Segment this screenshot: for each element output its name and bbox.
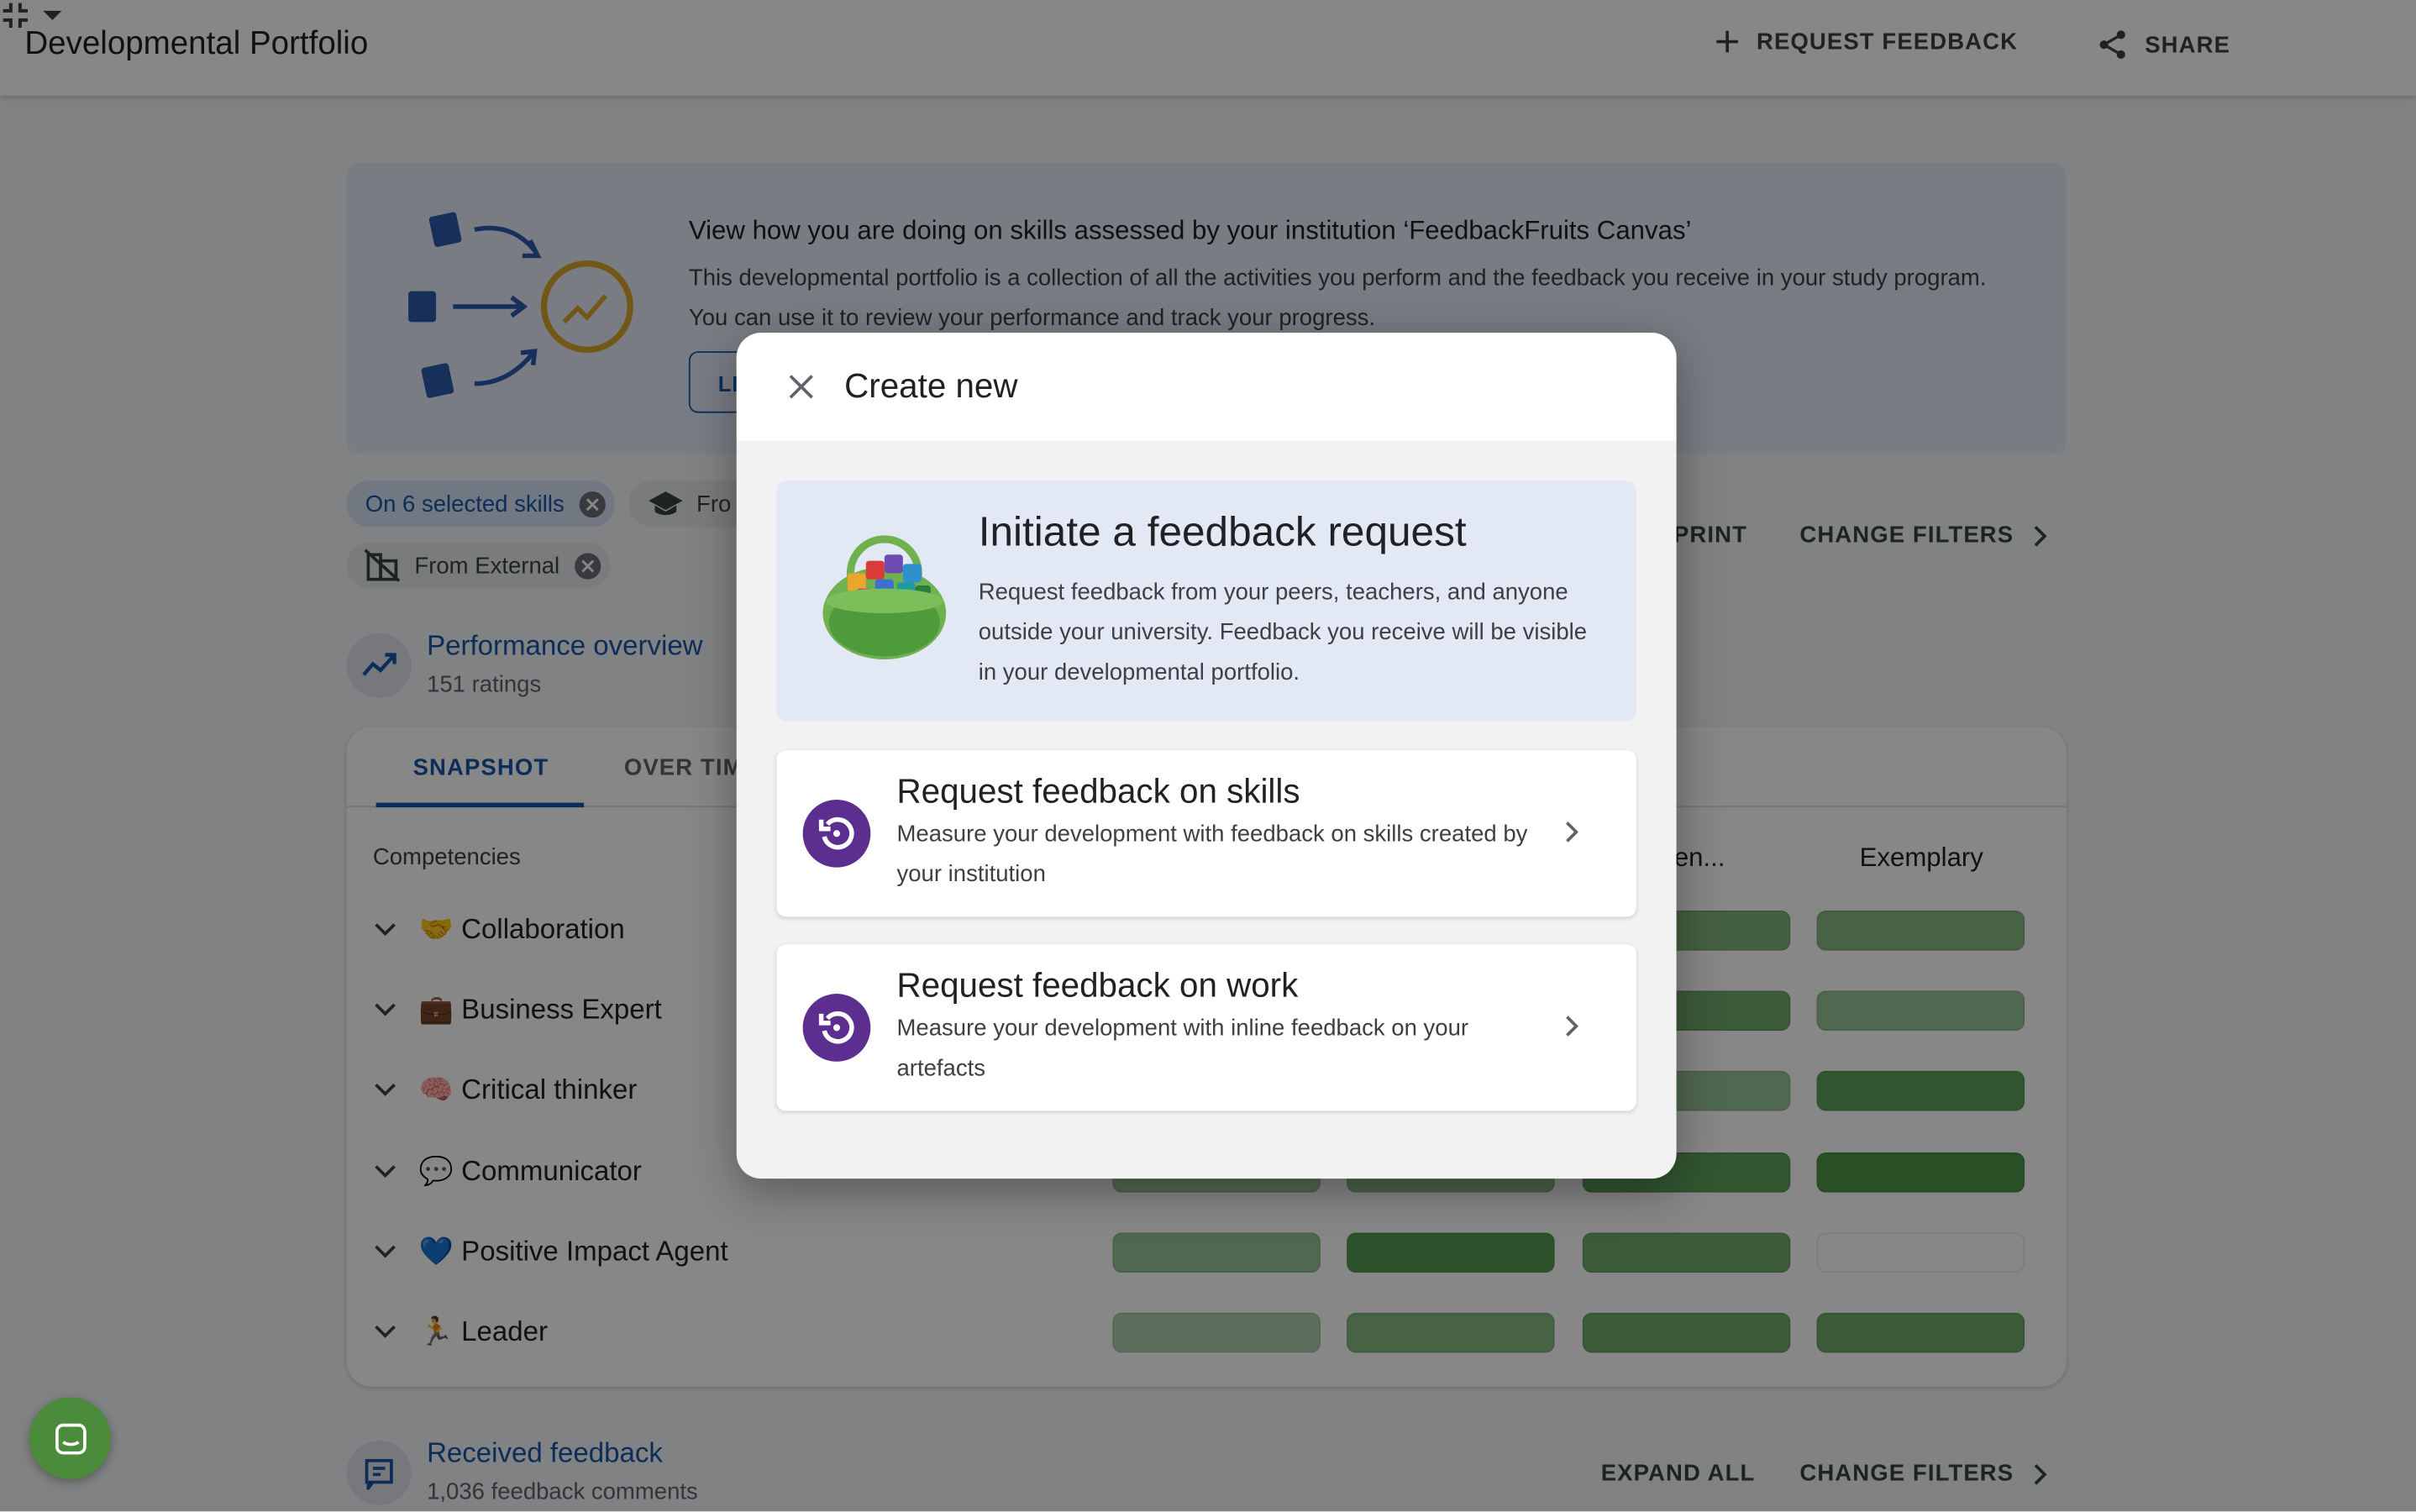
fruit-basket-icon [822,535,947,660]
chevron-right-icon [1566,822,1578,843]
request-feedback-work-option[interactable]: Request feedback on work Measure your de… [776,944,1636,1111]
refresh-cycle-icon [802,799,871,868]
dialog-header: Create new [736,333,1677,441]
app-stage: Developmental Portfolio REQUEST FEEDBACK… [0,0,2416,1512]
create-new-dialog: Create new Initiate a feedback request R… [736,333,1677,1179]
option-description: Measure your development with feedback o… [896,821,1528,888]
chat-icon [55,1422,86,1454]
close-icon[interactable] [785,370,818,403]
chevron-right-icon [1566,1016,1578,1037]
option-title: Request feedback on skills [896,771,1300,811]
dialog-title: Create new [844,366,1018,406]
hero-text: Request feedback from your peers, teache… [978,579,1588,686]
feedback-request-hero: Initiate a feedback request Request feed… [776,480,1636,722]
chat-launcher-button[interactable] [29,1397,112,1479]
request-feedback-skills-option[interactable]: Request feedback on skills Measure your … [776,750,1636,917]
option-title: Request feedback on work [896,966,1299,1005]
refresh-cycle-icon [802,994,871,1062]
option-description: Measure your development with inline fee… [896,1015,1469,1082]
hero-title: Initiate a feedback request [978,508,1467,555]
